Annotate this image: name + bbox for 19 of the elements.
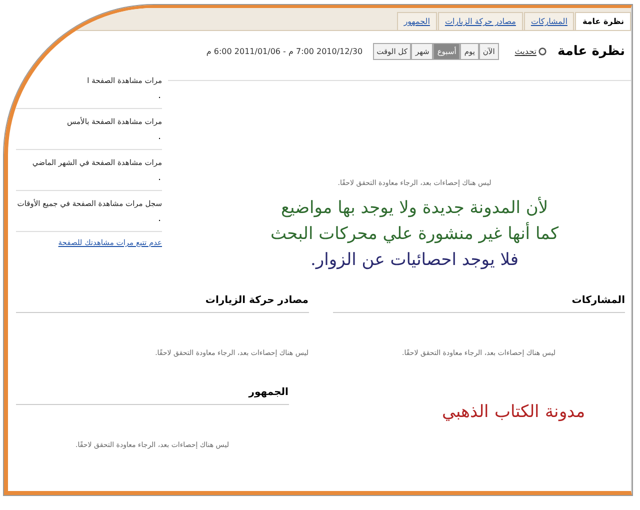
section-title: مصادر حركة الزيارات [16,295,308,313]
section-title: المشاركات [332,295,625,313]
tab[interactable]: الجمهور [396,12,437,30]
tab[interactable]: المشاركات [524,12,574,30]
note-text: فلا يوجد احصائيات عن الزوار. [310,249,518,272]
stat-value: ٠ [157,216,162,226]
stat-value: ٠ [157,93,162,103]
tab[interactable]: مصادر حركة الزيارات [438,12,523,30]
tab[interactable]: نظرة عامة [575,12,631,30]
refresh-link[interactable]: تحديث [514,47,548,56]
stat-value: ٠ [157,175,162,185]
note-text: لأن المدونة جديدة ولا يوجد بها مواضيع [280,196,548,220]
section-title: الجمهور [16,387,288,405]
stat-value: ٠ [157,134,162,144]
refresh-icon [538,47,548,56]
date-range: 2010/12/30 7:00 م - 2011/01/06 6:00 م [206,47,363,56]
page-title: نظرة عامة [557,44,625,59]
blog-signature: مدونة الكتاب الذهبي [441,401,586,422]
note-text: كما أنها غير منشورة علي محركات البحث [270,221,559,246]
